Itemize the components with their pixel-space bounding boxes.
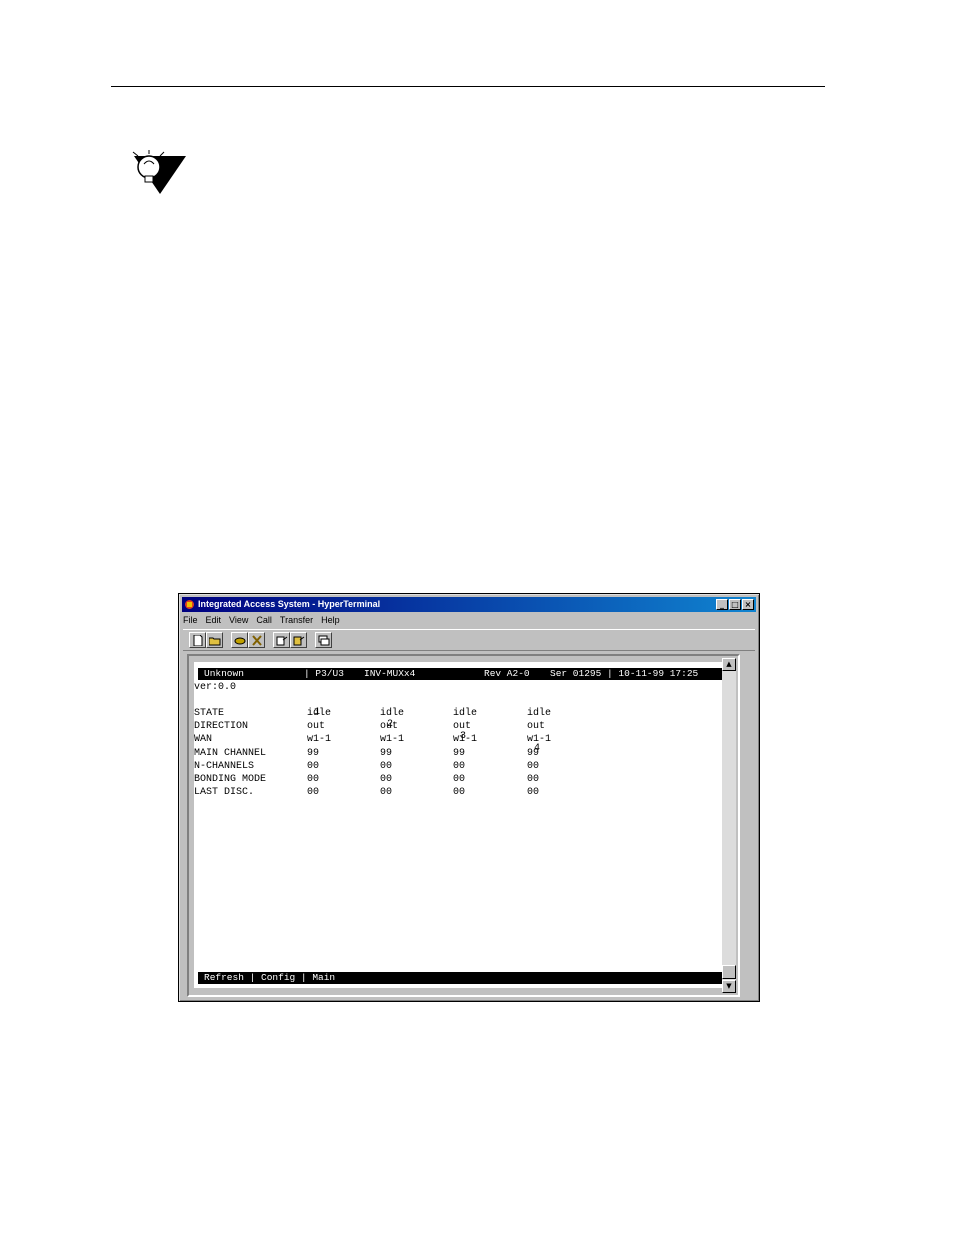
row-value: idle xyxy=(307,708,332,719)
disconnect-icon xyxy=(251,634,262,646)
receive-icon xyxy=(293,636,304,645)
menu-edit[interactable]: Edit xyxy=(206,613,222,627)
row-label: MAIN CHANNEL xyxy=(194,747,267,759)
row-label: WAN xyxy=(194,734,213,746)
vertical-scrollbar[interactable]: ▲ ▼ xyxy=(722,658,736,993)
row-value: out xyxy=(380,721,399,733)
row-value: 00 xyxy=(307,787,320,799)
row-value: 99 xyxy=(307,747,320,759)
connect-button[interactable] xyxy=(231,632,248,648)
row-value: idle xyxy=(380,708,405,719)
menu-bar: File Edit View Call Transfer Help xyxy=(183,613,348,627)
scroll-thumb[interactable] xyxy=(722,965,736,979)
menu-file[interactable]: File xyxy=(183,613,198,627)
window-title: Integrated Access System - HyperTerminal xyxy=(198,599,381,609)
properties-button[interactable] xyxy=(315,632,332,648)
row-label: BONDING MODE xyxy=(194,774,267,785)
row-value: out xyxy=(453,721,472,733)
row-label: DIRECTION xyxy=(194,721,249,733)
menu-transfer[interactable]: Transfer xyxy=(280,613,313,627)
terminal-screen[interactable]: Unknown | P3/U3 INV-MUXx4 Rev A2-0 Ser 0… xyxy=(194,662,730,988)
maximize-button[interactable]: □ xyxy=(729,599,741,610)
menu-help[interactable]: Help xyxy=(321,613,340,627)
row-label: N-CHANNELS xyxy=(194,760,255,772)
row-value: 99 xyxy=(380,747,393,759)
close-button[interactable]: × xyxy=(742,599,754,610)
row-value: 00 xyxy=(453,760,466,772)
menu-call[interactable]: Call xyxy=(256,613,272,627)
lightbulb-note-icon xyxy=(132,150,186,194)
receive-button[interactable] xyxy=(290,632,307,648)
scroll-up-button[interactable]: ▲ xyxy=(722,658,736,671)
minimize-button[interactable]: _ xyxy=(716,599,728,610)
send-button[interactable] xyxy=(273,632,290,648)
row-value: out xyxy=(527,721,546,733)
row-value: w1-1 xyxy=(527,734,552,746)
header-slot: | P3/U3 xyxy=(304,668,344,679)
row-value: idle xyxy=(527,708,552,719)
terminal-footer-bar: Refresh | Config | Main xyxy=(198,972,726,984)
row-label: LAST DISC. xyxy=(194,787,255,799)
row-value: 00 xyxy=(453,787,466,799)
menu-view[interactable]: View xyxy=(229,613,248,627)
header-ser: Ser 01295 | 10-11-99 17:25 xyxy=(550,668,699,679)
version-line: ver:0.0 xyxy=(194,682,237,693)
row-value: 00 xyxy=(527,787,540,799)
row-value: 00 xyxy=(527,774,540,785)
row-value: 00 xyxy=(307,774,320,785)
open-button[interactable] xyxy=(206,632,223,648)
row-value: out xyxy=(307,721,326,733)
row-value: 00 xyxy=(307,760,320,772)
send-icon xyxy=(276,636,287,645)
hyperterminal-window: Integrated Access System - HyperTerminal… xyxy=(178,593,760,1002)
row-value: 00 xyxy=(380,774,393,785)
window-titlebar[interactable]: Integrated Access System - HyperTerminal… xyxy=(182,597,756,612)
row-value: w1-1 xyxy=(453,734,478,746)
row-value: 99 xyxy=(453,747,466,759)
scroll-down-button[interactable]: ▼ xyxy=(722,980,736,993)
properties-icon xyxy=(318,635,329,645)
row-value: 00 xyxy=(453,774,466,785)
terminal-header-bar: Unknown | P3/U3 INV-MUXx4 Rev A2-0 Ser 0… xyxy=(198,668,726,680)
disconnect-button[interactable] xyxy=(248,632,265,648)
header-rev: Rev A2-0 xyxy=(484,668,530,679)
new-icon xyxy=(193,634,202,646)
connect-icon xyxy=(234,637,245,644)
terminal-client-area: Unknown | P3/U3 INV-MUXx4 Rev A2-0 Ser 0… xyxy=(187,654,740,997)
toolbar xyxy=(183,629,755,651)
row-value: w1-1 xyxy=(307,734,332,746)
open-icon xyxy=(208,637,220,645)
footer-commands[interactable]: Refresh | Config | Main xyxy=(204,972,335,984)
row-value: 99 xyxy=(527,747,540,759)
hyperterminal-app-icon[interactable] xyxy=(184,599,195,610)
new-button[interactable] xyxy=(189,632,206,648)
row-value: 00 xyxy=(527,760,540,772)
row-value: 00 xyxy=(380,787,393,799)
page-top-rule xyxy=(111,86,825,87)
row-label: STATE xyxy=(194,708,225,719)
row-value: 00 xyxy=(380,760,393,772)
header-name: Unknown xyxy=(204,668,244,679)
header-card: INV-MUXx4 xyxy=(364,668,416,679)
row-value: w1-1 xyxy=(380,734,405,746)
row-value: idle xyxy=(453,708,478,719)
